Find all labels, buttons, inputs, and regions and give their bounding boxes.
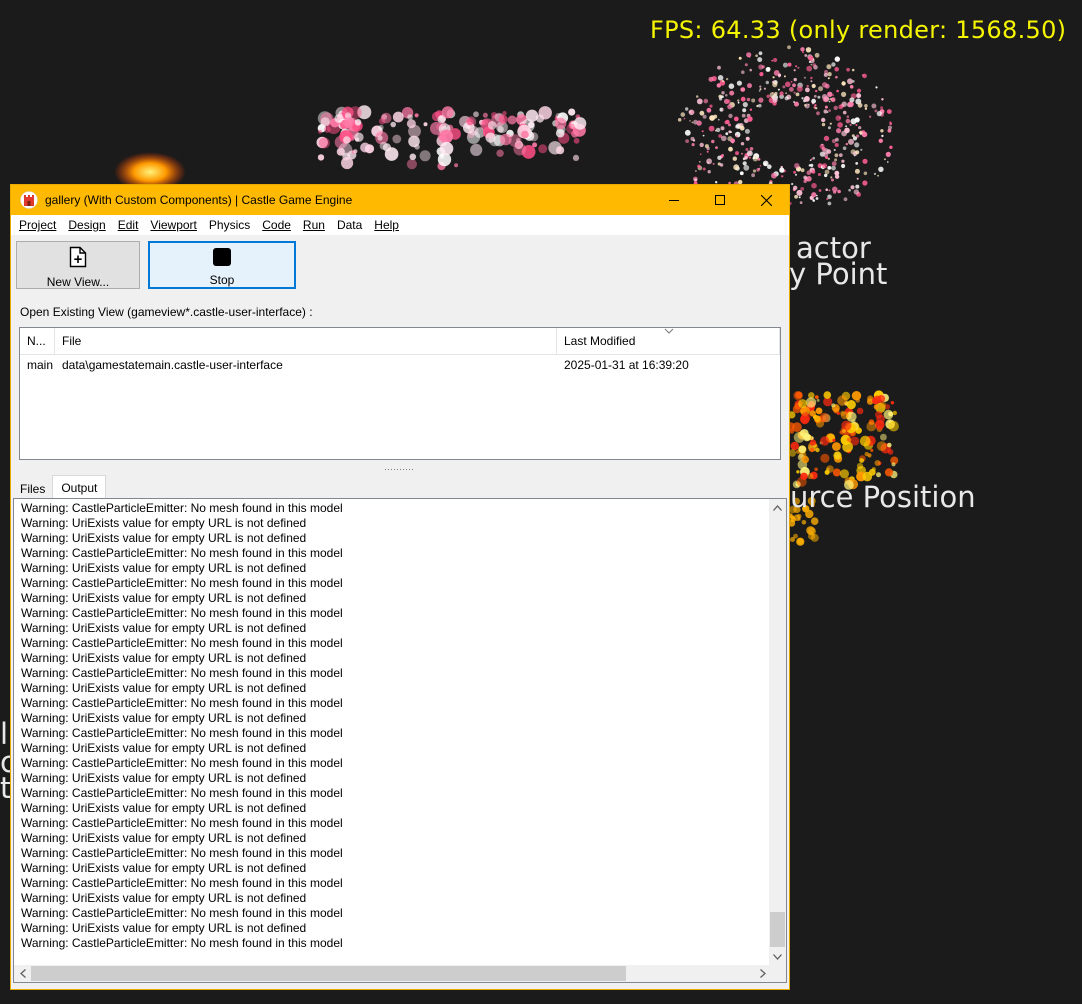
cell-file: data\gamestatemain.castle-user-interface <box>62 358 283 372</box>
log-line: Warning: CastleParticleEmitter: No mesh … <box>21 696 343 710</box>
log-line: Warning: CastleParticleEmitter: No mesh … <box>21 936 343 950</box>
bottom-tabs: Files Output <box>13 475 107 499</box>
stop-button[interactable]: Stop <box>148 241 296 289</box>
scroll-up-button[interactable] <box>769 499 786 516</box>
menu-code[interactable]: Code <box>256 218 297 232</box>
log-line: Warning: UriExists value for empty URL i… <box>21 921 307 935</box>
column-header-name[interactable]: N... <box>20 328 55 354</box>
log-line: Warning: UriExists value for empty URL i… <box>21 516 307 530</box>
log-line: Warning: CastleParticleEmitter: No mesh … <box>21 906 343 920</box>
maximize-icon <box>715 195 725 205</box>
views-list[interactable]: N... File Last Modified main data\gamest… <box>19 327 781 460</box>
chevron-down-icon <box>773 953 782 960</box>
close-icon <box>760 194 772 206</box>
log-line: Warning: UriExists value for empty URL i… <box>21 801 307 815</box>
sort-chevron-icon <box>664 328 674 334</box>
menu-viewport[interactable]: Viewport <box>144 218 202 232</box>
horizontal-scroll-thumb[interactable] <box>31 966 626 981</box>
label-attractor-line2: y Point <box>789 257 888 291</box>
horizontal-scrollbar[interactable] <box>14 965 771 982</box>
menu-run[interactable]: Run <box>297 218 331 232</box>
scroll-down-button[interactable] <box>769 948 786 965</box>
log-line: Warning: CastleParticleEmitter: No mesh … <box>21 876 343 890</box>
log-line: Warning: UriExists value for empty URL i… <box>21 621 307 635</box>
particle-emitter-fire <box>786 390 899 546</box>
splitter-grip[interactable] <box>385 469 415 473</box>
menu-data[interactable]: Data <box>331 218 368 232</box>
tab-output[interactable]: Output <box>52 475 107 499</box>
log-line: Warning: UriExists value for empty URL i… <box>21 591 307 605</box>
vertical-scroll-thumb[interactable] <box>770 912 785 947</box>
chevron-up-icon <box>773 504 782 511</box>
log-line: Warning: CastleParticleEmitter: No mesh … <box>21 816 343 830</box>
new-view-label: New View... <box>46 275 110 289</box>
stop-icon <box>213 247 231 266</box>
new-view-button[interactable]: New View... <box>16 241 140 289</box>
output-log[interactable]: Warning: CastleParticleEmitter: No mesh … <box>13 498 787 983</box>
minimize-button[interactable] <box>651 185 697 215</box>
scroll-left-button[interactable] <box>14 965 31 982</box>
editor-window: gallery (With Custom Components) | Castl… <box>10 184 790 990</box>
menu-bar: Project Design Edit Viewport Physics Cod… <box>11 215 789 235</box>
window-title: gallery (With Custom Components) | Castl… <box>45 193 353 207</box>
log-line: Warning: UriExists value for empty URL i… <box>21 741 307 755</box>
scroll-corner <box>769 965 786 982</box>
log-line: Warning: UriExists value for empty URL i… <box>21 831 307 845</box>
menu-help[interactable]: Help <box>368 218 405 232</box>
toolbar: New View... Stop <box>11 235 789 295</box>
log-line: Warning: UriExists value for empty URL i… <box>21 531 307 545</box>
fps-counter: FPS: 64.33 (only render: 1568.50) <box>650 16 1067 44</box>
views-list-header: N... File Last Modified <box>20 328 780 355</box>
menu-physics[interactable]: Physics <box>203 218 256 232</box>
log-line: Warning: UriExists value for empty URL i… <box>21 771 307 785</box>
log-line: Warning: CastleParticleEmitter: No mesh … <box>21 606 343 620</box>
new-file-icon <box>69 246 87 268</box>
menu-project[interactable]: Project <box>13 218 62 232</box>
menu-edit[interactable]: Edit <box>112 218 145 232</box>
cell-name: main <box>27 358 54 372</box>
log-line: Warning: UriExists value for empty URL i… <box>21 561 307 575</box>
log-line: Warning: CastleParticleEmitter: No mesh … <box>21 501 343 515</box>
log-line: Warning: CastleParticleEmitter: No mesh … <box>21 756 343 770</box>
maximize-button[interactable] <box>697 185 743 215</box>
minimize-icon <box>669 200 679 201</box>
chevron-right-icon <box>759 969 766 978</box>
log-line: Warning: CastleParticleEmitter: No mesh … <box>21 726 343 740</box>
chevron-left-icon <box>19 969 26 978</box>
log-line: Warning: UriExists value for empty URL i… <box>21 651 307 665</box>
log-line: Warning: CastleParticleEmitter: No mesh … <box>21 636 343 650</box>
label-source-position: urce Position <box>790 480 976 514</box>
castle-game-engine-icon <box>20 191 38 209</box>
log-line: Warning: CastleParticleEmitter: No mesh … <box>21 546 343 560</box>
log-line: Warning: UriExists value for empty URL i… <box>21 681 307 695</box>
open-existing-view-label: Open Existing View (gameview*.castle-use… <box>20 305 313 319</box>
log-line: Warning: UriExists value for empty URL i… <box>21 891 307 905</box>
menu-design[interactable]: Design <box>62 218 111 232</box>
vertical-scrollbar[interactable] <box>769 499 786 965</box>
log-line: Warning: UriExists value for empty URL i… <box>21 861 307 875</box>
close-button[interactable] <box>743 185 789 215</box>
particle-emitter-band <box>316 105 587 171</box>
output-lines: Warning: CastleParticleEmitter: No mesh … <box>21 501 761 951</box>
cell-last-modified: 2025-01-31 at 16:39:20 <box>564 358 689 372</box>
table-row[interactable]: main data\gamestatemain.castle-user-inte… <box>20 355 780 375</box>
stop-label: Stop <box>209 273 235 287</box>
column-header-file[interactable]: File <box>55 328 557 354</box>
log-line: Warning: CastleParticleEmitter: No mesh … <box>21 846 343 860</box>
tab-files[interactable]: Files <box>13 479 52 499</box>
log-line: Warning: UriExists value for empty URL i… <box>21 711 307 725</box>
title-bar[interactable]: gallery (With Custom Components) | Castl… <box>11 185 789 215</box>
log-line: Warning: CastleParticleEmitter: No mesh … <box>21 786 343 800</box>
log-line: Warning: CastleParticleEmitter: No mesh … <box>21 576 343 590</box>
log-line: Warning: CastleParticleEmitter: No mesh … <box>21 666 343 680</box>
